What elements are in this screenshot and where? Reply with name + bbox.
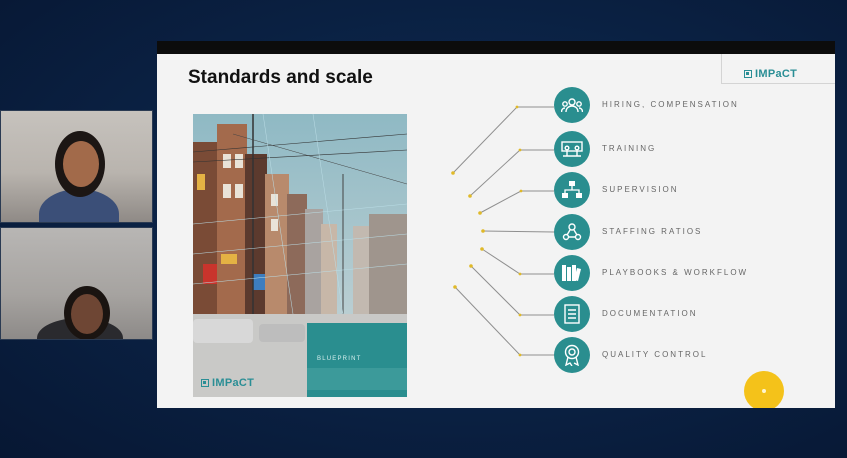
item-staffing-ratios: STAFFING RATIOS [554, 214, 814, 250]
item-supervision: SUPERVISION [554, 172, 814, 208]
item-label: SUPERVISION [602, 185, 679, 194]
video-tile-participant-1[interactable] [0, 110, 153, 223]
item-label: PLAYBOOKS & WORKFLOW [602, 268, 749, 277]
participant-1-face [63, 141, 99, 187]
checklist-icon [554, 296, 590, 332]
video-tile-participant-2[interactable] [0, 227, 153, 340]
item-label: STAFFING RATIOS [602, 227, 703, 236]
org-chart-icon [554, 172, 590, 208]
chat-bubble-button[interactable] [744, 371, 784, 408]
item-label: HIRING, COMPENSATION [602, 100, 739, 109]
shared-slide: Standards and scale IMPaCT BLUEPRINT IMP… [157, 41, 835, 408]
books-icon [554, 255, 590, 291]
item-training: TRAINING [554, 131, 814, 167]
item-label: TRAINING [602, 144, 657, 153]
item-playbooks-workflow: PLAYBOOKS & WORKFLOW [554, 255, 814, 291]
item-hiring-compensation: HIRING, COMPENSATION [554, 87, 814, 123]
chat-bubble-icon [762, 389, 766, 393]
classroom-icon [554, 131, 590, 167]
item-label: DOCUMENTATION [602, 309, 698, 318]
participant-2-face [71, 294, 103, 334]
item-label: QUALITY CONTROL [602, 350, 708, 359]
staff-network-icon [554, 214, 590, 250]
award-ribbon-icon [554, 337, 590, 373]
people-group-icon [554, 87, 590, 123]
item-quality-control: QUALITY CONTROL [554, 337, 814, 373]
item-documentation: DOCUMENTATION [554, 296, 814, 332]
